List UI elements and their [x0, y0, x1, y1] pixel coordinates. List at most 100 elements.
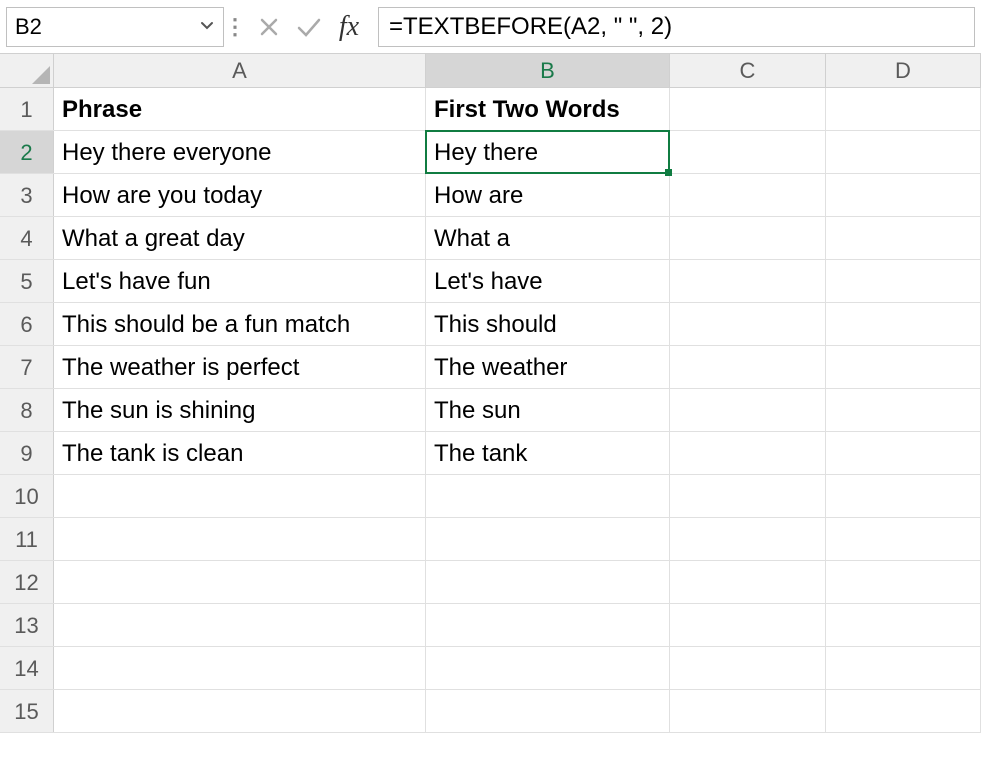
cell-A10[interactable] — [54, 475, 426, 517]
cell-D12[interactable] — [826, 561, 981, 603]
cell-D15[interactable] — [826, 690, 981, 732]
cell-B13[interactable] — [426, 604, 670, 646]
cell-D7[interactable] — [826, 346, 981, 388]
row-header-12[interactable]: 12 — [0, 561, 54, 603]
cell-A5[interactable]: Let's have fun — [54, 260, 426, 302]
cell-C1[interactable] — [670, 88, 826, 130]
row-header-9[interactable]: 9 — [0, 432, 54, 474]
grid-row: 8The sun is shiningThe sun — [0, 389, 981, 432]
cell-C2[interactable] — [670, 131, 826, 173]
row-header-4[interactable]: 4 — [0, 217, 54, 259]
cell-B6[interactable]: This should — [426, 303, 670, 345]
grid-row: 10 — [0, 475, 981, 518]
cell-A14[interactable] — [54, 647, 426, 689]
row-header-5[interactable]: 5 — [0, 260, 54, 302]
cell-C4[interactable] — [670, 217, 826, 259]
row-header-11[interactable]: 11 — [0, 518, 54, 560]
row-header-8[interactable]: 8 — [0, 389, 54, 431]
grid-row: 5Let's have funLet's have — [0, 260, 981, 303]
cell-B2[interactable]: Hey there — [426, 131, 670, 173]
cell-D2[interactable] — [826, 131, 981, 173]
cell-D3[interactable] — [826, 174, 981, 216]
cell-A4[interactable]: What a great day — [54, 217, 426, 259]
cell-A12[interactable] — [54, 561, 426, 603]
grid-row: 3How are you todayHow are — [0, 174, 981, 217]
cell-D10[interactable] — [826, 475, 981, 517]
cell-D1[interactable] — [826, 88, 981, 130]
cell-C5[interactable] — [670, 260, 826, 302]
cell-A8[interactable]: The sun is shining — [54, 389, 426, 431]
row-header-14[interactable]: 14 — [0, 647, 54, 689]
cell-A6[interactable]: This should be a fun match — [54, 303, 426, 345]
cell-A7[interactable]: The weather is perfect — [54, 346, 426, 388]
cell-B12[interactable] — [426, 561, 670, 603]
row-header-7[interactable]: 7 — [0, 346, 54, 388]
formula-input[interactable]: =TEXTBEFORE(A2, " ", 2) — [378, 7, 975, 47]
cell-D5[interactable] — [826, 260, 981, 302]
cell-C7[interactable] — [670, 346, 826, 388]
grid-row: 11 — [0, 518, 981, 561]
row-header-1[interactable]: 1 — [0, 88, 54, 130]
cell-C8[interactable] — [670, 389, 826, 431]
spreadsheet-grid: ABCD 1PhraseFirst Two Words2Hey there ev… — [0, 54, 981, 733]
cell-C9[interactable] — [670, 432, 826, 474]
name-box[interactable]: B2 — [6, 7, 224, 47]
enter-icon[interactable] — [290, 7, 328, 47]
cell-C11[interactable] — [670, 518, 826, 560]
cell-B11[interactable] — [426, 518, 670, 560]
column-headers: ABCD — [0, 54, 981, 88]
grid-row: 6This should be a fun matchThis should — [0, 303, 981, 346]
dropdown-icon[interactable] — [199, 17, 215, 36]
cell-A9[interactable]: The tank is clean — [54, 432, 426, 474]
cell-B4[interactable]: What a — [426, 217, 670, 259]
cancel-icon[interactable] — [250, 7, 288, 47]
cell-A11[interactable] — [54, 518, 426, 560]
cell-B10[interactable] — [426, 475, 670, 517]
cell-B14[interactable] — [426, 647, 670, 689]
cell-D4[interactable] — [826, 217, 981, 259]
cell-B15[interactable] — [426, 690, 670, 732]
cell-C15[interactable] — [670, 690, 826, 732]
insert-function-icon[interactable]: fx — [330, 7, 368, 47]
row-header-2[interactable]: 2 — [0, 131, 54, 173]
cell-A2[interactable]: Hey there everyone — [54, 131, 426, 173]
cell-C6[interactable] — [670, 303, 826, 345]
cell-B8[interactable]: The sun — [426, 389, 670, 431]
grid-row: 9The tank is cleanThe tank — [0, 432, 981, 475]
cell-C3[interactable] — [670, 174, 826, 216]
column-header-C[interactable]: C — [670, 54, 826, 87]
column-header-D[interactable]: D — [826, 54, 981, 87]
cell-D9[interactable] — [826, 432, 981, 474]
cell-C10[interactable] — [670, 475, 826, 517]
cell-D11[interactable] — [826, 518, 981, 560]
cell-A13[interactable] — [54, 604, 426, 646]
cell-C12[interactable] — [670, 561, 826, 603]
row-header-10[interactable]: 10 — [0, 475, 54, 517]
grid-row: 15 — [0, 690, 981, 733]
cell-B9[interactable]: The tank — [426, 432, 670, 474]
cell-D13[interactable] — [826, 604, 981, 646]
cell-C13[interactable] — [670, 604, 826, 646]
row-header-13[interactable]: 13 — [0, 604, 54, 646]
select-all-corner[interactable] — [0, 54, 54, 87]
cell-B5[interactable]: Let's have — [426, 260, 670, 302]
cell-B3[interactable]: How are — [426, 174, 670, 216]
row-header-3[interactable]: 3 — [0, 174, 54, 216]
cell-C14[interactable] — [670, 647, 826, 689]
grid-row: 2Hey there everyoneHey there — [0, 131, 981, 174]
cell-B1[interactable]: First Two Words — [426, 88, 670, 130]
row-header-6[interactable]: 6 — [0, 303, 54, 345]
grid-row: 14 — [0, 647, 981, 690]
column-header-B[interactable]: B — [426, 54, 670, 87]
cell-A3[interactable]: How are you today — [54, 174, 426, 216]
cell-D14[interactable] — [826, 647, 981, 689]
cell-D6[interactable] — [826, 303, 981, 345]
cell-D8[interactable] — [826, 389, 981, 431]
grid-row: 4What a great dayWhat a — [0, 217, 981, 260]
grid-row: 12 — [0, 561, 981, 604]
row-header-15[interactable]: 15 — [0, 690, 54, 732]
cell-A1[interactable]: Phrase — [54, 88, 426, 130]
cell-B7[interactable]: The weather — [426, 346, 670, 388]
column-header-A[interactable]: A — [54, 54, 426, 87]
cell-A15[interactable] — [54, 690, 426, 732]
